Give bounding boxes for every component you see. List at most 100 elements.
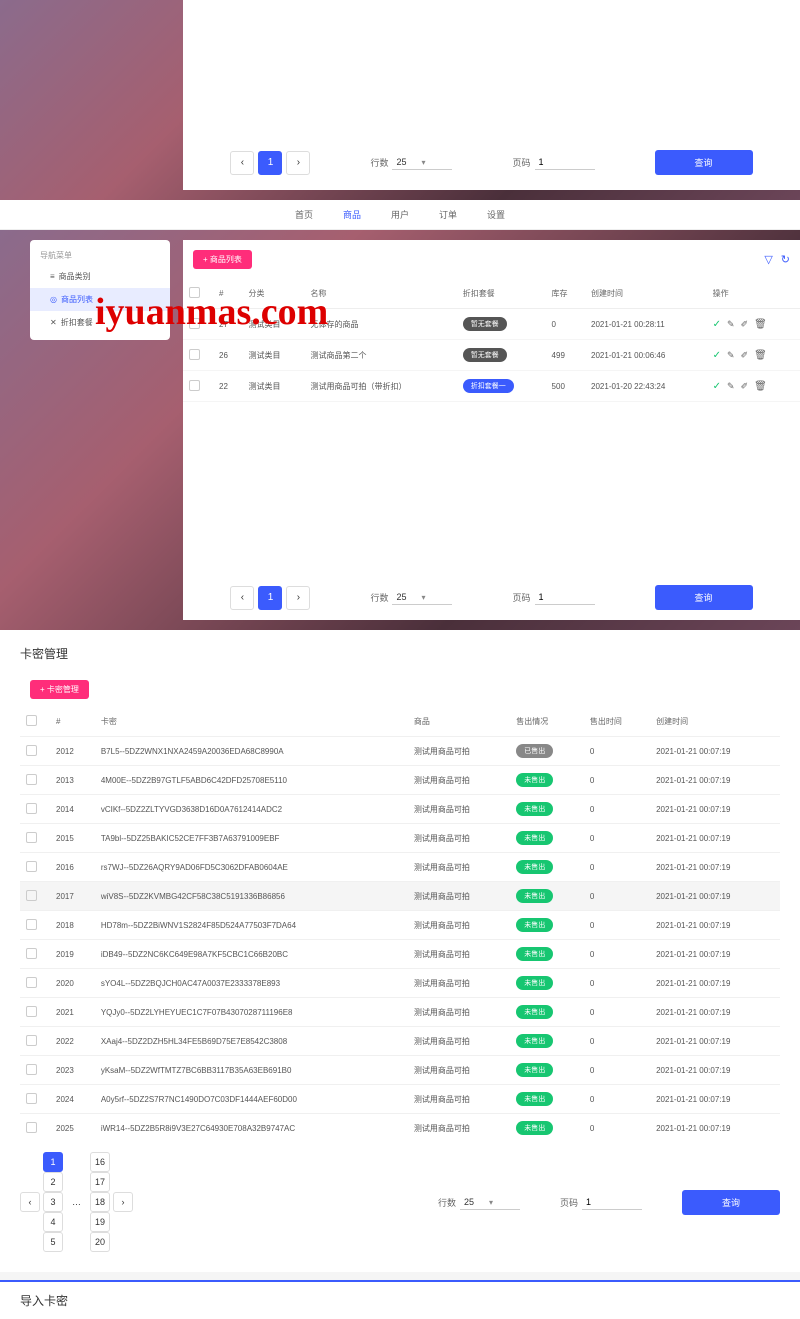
delete-icon[interactable]: 🗑 — [754, 350, 767, 361]
edit2-icon[interactable]: ✐ — [741, 350, 749, 361]
section-top: ‹ 1 › 行数 25▾ 页码 查询 — [0, 0, 800, 200]
row-checkbox[interactable] — [189, 318, 200, 329]
next-page-btn[interactable]: › — [113, 1192, 133, 1212]
status-badge: 未售出 — [516, 773, 553, 787]
top-card: ‹ 1 › 行数 25▾ 页码 查询 — [183, 0, 800, 190]
select-all-checkbox[interactable] — [26, 715, 37, 726]
row-checkbox[interactable] — [26, 803, 37, 814]
rows-select[interactable]: 25▾ — [392, 590, 452, 605]
table-row: 2014 vCIKf--5DZ2ZLTYVGD3638D16D0A7612414… — [20, 795, 780, 824]
query-btn[interactable]: 查询 — [682, 1190, 780, 1215]
prev-page-btn[interactable]: ‹ — [230, 586, 254, 610]
page-btn[interactable]: 19 — [90, 1212, 110, 1232]
table-row: 2017 wiV8S--5DZ2KVMBG42CF58C38C5191336B8… — [20, 882, 780, 911]
page-btn[interactable]: 5 — [43, 1232, 63, 1252]
table-row: 22 测试类目 测试用商品可拍（带折扣） 折扣套餐一 500 2021-01-2… — [183, 371, 800, 402]
table-row: 2012 B7L5--5DZ2WNX1NXA2459A20036EDA68C89… — [20, 737, 780, 766]
table-row: 2022 XAaj4--5DZ2DZH5HL34FE5B69D75E7E8542… — [20, 1027, 780, 1056]
row-checkbox[interactable] — [26, 977, 37, 988]
table-row: 2013 4M00E--5DZ2B97GTLF5ABD6C42DFD25708E… — [20, 766, 780, 795]
row-checkbox[interactable] — [26, 948, 37, 959]
row-checkbox[interactable] — [26, 1093, 37, 1104]
sidebar-item-products[interactable]: ◎商品列表 — [30, 288, 170, 311]
select-all-checkbox[interactable] — [189, 287, 200, 298]
section-products: iyuanmas.com 导航菜单 ≡商品类别 ◎商品列表 ✕折扣套餐 + 商品… — [0, 230, 800, 630]
filter-icon[interactable]: ▽ — [764, 253, 772, 266]
rows-select[interactable]: 25▾ — [460, 1195, 520, 1210]
page-btn[interactable]: 16 — [90, 1152, 110, 1172]
table-row: 2015 TA9bl--5DZ25BAKIC52CE7FF3B7A6379100… — [20, 824, 780, 853]
edit-icon[interactable]: ✎ — [727, 319, 735, 330]
nav-order[interactable]: 订单 — [439, 208, 457, 221]
check-icon[interactable]: ✓ — [713, 350, 721, 361]
rows-select[interactable]: 25▾ — [392, 155, 452, 170]
page-btn[interactable]: 1 — [43, 1152, 63, 1172]
col-status: 售出情况 — [510, 707, 584, 737]
import-title: 导入卡密 — [20, 1292, 780, 1309]
edit-icon[interactable]: ✎ — [727, 350, 735, 361]
table-row: 2019 iDB49--5DZ2NC6KC649E98A7KF5CBC1C66B… — [20, 940, 780, 969]
page-input[interactable] — [582, 1195, 642, 1210]
delete-icon[interactable]: 🗑 — [754, 381, 767, 392]
status-badge: 未售出 — [516, 976, 553, 990]
check-icon[interactable]: ✓ — [713, 319, 721, 330]
row-checkbox[interactable] — [26, 890, 37, 901]
prev-page-btn[interactable]: ‹ — [20, 1192, 40, 1212]
row-checkbox[interactable] — [26, 861, 37, 872]
row-checkbox[interactable] — [189, 380, 200, 391]
query-btn[interactable]: 查询 — [655, 585, 753, 610]
status-badge: 未售出 — [516, 947, 553, 961]
page-btn[interactable]: 3 — [43, 1192, 63, 1212]
row-checkbox[interactable] — [189, 349, 200, 360]
pagination-bar-products: ‹ 1 › 行数 25▾ 页码 查询 — [183, 575, 800, 620]
page-btn[interactable]: 17 — [90, 1172, 110, 1192]
row-checkbox[interactable] — [26, 1064, 37, 1075]
edit2-icon[interactable]: ✐ — [741, 319, 749, 330]
table-row: 2024 A0y5rf--5DZ2S7R7NC1490DO7C03DF1444A… — [20, 1085, 780, 1114]
row-checkbox[interactable] — [26, 1035, 37, 1046]
cross-icon: ✕ — [50, 318, 57, 327]
table-row: 2021 YQJy0--5DZ2LYHEYUEC1C7F07B430702871… — [20, 998, 780, 1027]
delete-icon[interactable]: 🗑 — [754, 319, 767, 330]
nav-home[interactable]: 首页 — [295, 208, 313, 221]
page-input[interactable] — [535, 590, 595, 605]
table-row: 2018 HD78m--5DZ2BiWNV1S2824F85D524A77503… — [20, 911, 780, 940]
page-btn[interactable]: 18 — [90, 1192, 110, 1212]
page-btn[interactable]: 4 — [43, 1212, 63, 1232]
row-checkbox[interactable] — [26, 774, 37, 785]
add-product-btn[interactable]: + 商品列表 — [193, 250, 252, 269]
nav-product[interactable]: 商品 — [343, 208, 361, 221]
row-checkbox[interactable] — [26, 745, 37, 756]
page-1-btn[interactable]: 1 — [258, 151, 282, 175]
row-checkbox[interactable] — [26, 1122, 37, 1133]
sidebar-item-discount[interactable]: ✕折扣套餐 — [30, 311, 170, 334]
col-name: 名称 — [304, 279, 456, 309]
row-checkbox[interactable] — [26, 832, 37, 843]
target-icon: ◎ — [50, 295, 57, 304]
cards-table: # 卡密 商品 售出情况 售出时间 创建时间 2012 B7L5--5DZ2WN… — [20, 707, 780, 1142]
pagination-bar-top: ‹ 1 › 行数 25▾ 页码 查询 — [183, 140, 800, 185]
page-btn[interactable]: 20 — [90, 1232, 110, 1252]
row-checkbox[interactable] — [26, 919, 37, 930]
nav-settings[interactable]: 设置 — [487, 208, 505, 221]
query-btn[interactable]: 查询 — [655, 150, 753, 175]
section-cards: 卡密管理 + 卡密管理 # 卡密 商品 售出情况 售出时间 创建时间 2012 … — [0, 630, 800, 1272]
col-created: 创建时间 — [585, 279, 707, 309]
refresh-icon[interactable]: ↻ — [781, 253, 790, 266]
list-icon: ≡ — [50, 272, 55, 281]
prev-page-btn[interactable]: ‹ — [230, 151, 254, 175]
edit-icon[interactable]: ✎ — [727, 381, 735, 392]
next-page-btn[interactable]: › — [286, 586, 310, 610]
sidebar-item-category[interactable]: ≡商品类别 — [30, 265, 170, 288]
page-1-btn[interactable]: 1 — [258, 586, 282, 610]
page-input[interactable] — [535, 155, 595, 170]
discount-badge: 暂无套餐 — [463, 317, 507, 331]
next-page-btn[interactable]: › — [286, 151, 310, 175]
nav-user[interactable]: 用户 — [391, 208, 409, 221]
add-card-btn[interactable]: + 卡密管理 — [30, 680, 89, 699]
page-btn[interactable]: 2 — [43, 1172, 63, 1192]
edit2-icon[interactable]: ✐ — [741, 381, 749, 392]
col-product: 商品 — [408, 707, 510, 737]
check-icon[interactable]: ✓ — [713, 381, 721, 392]
row-checkbox[interactable] — [26, 1006, 37, 1017]
